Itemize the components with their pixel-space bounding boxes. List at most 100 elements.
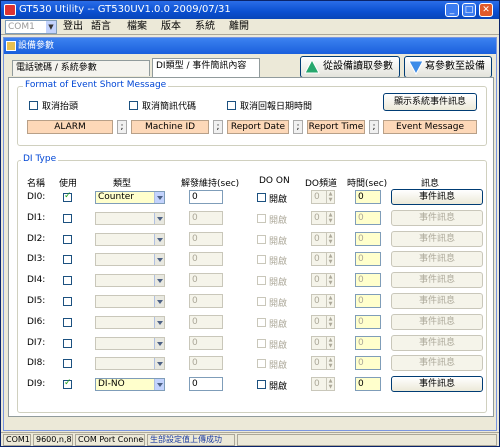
di-type-select[interactable] bbox=[95, 357, 165, 370]
di-hold-input[interactable]: 0 bbox=[189, 273, 223, 287]
do-on-checkbox[interactable] bbox=[257, 255, 266, 264]
event-message-button[interactable]: 事件訊息 bbox=[391, 355, 483, 371]
do-channel-spinner[interactable]: 0 ▲ ▼ bbox=[311, 190, 335, 204]
di-time-input[interactable]: 0 bbox=[355, 356, 381, 370]
di-type-select[interactable] bbox=[95, 212, 165, 225]
chevron-down-icon[interactable] bbox=[154, 317, 164, 328]
minimize-button[interactable]: _ bbox=[445, 3, 459, 17]
di-time-input[interactable]: 0 bbox=[355, 273, 381, 287]
maximize-button[interactable]: □ bbox=[462, 3, 476, 17]
cancel-report-datetime-checkbox[interactable] bbox=[227, 101, 236, 110]
chevron-down-icon[interactable] bbox=[154, 379, 164, 390]
do-channel-spinner[interactable]: 0 ▲ ▼ bbox=[311, 252, 335, 266]
show-system-event-button[interactable]: 顯示系統事件訊息 bbox=[383, 93, 477, 111]
di-type-select[interactable] bbox=[95, 233, 165, 246]
event-message-button[interactable]: 事件訊息 bbox=[391, 210, 483, 226]
spin-arrows-icon[interactable]: ▲ ▼ bbox=[326, 378, 334, 390]
di-time-input[interactable]: 0 bbox=[355, 232, 381, 246]
spin-arrows-icon[interactable]: ▲ ▼ bbox=[326, 337, 334, 349]
chevron-down-icon[interactable] bbox=[154, 234, 164, 245]
di-hold-input[interactable]: 0 bbox=[189, 252, 223, 266]
cancel-header-checkbox[interactable] bbox=[29, 101, 38, 110]
chevron-down-icon[interactable] bbox=[154, 213, 164, 224]
chevron-down-icon[interactable] bbox=[154, 254, 164, 265]
do-on-checkbox[interactable] bbox=[257, 359, 266, 368]
menu-file[interactable]: 檔案 bbox=[127, 20, 147, 34]
di-type-select[interactable] bbox=[95, 337, 165, 350]
di-type-select[interactable]: Counter bbox=[95, 191, 165, 204]
di-use-checkbox[interactable] bbox=[63, 214, 72, 223]
menu-exit[interactable]: 離開 bbox=[229, 20, 249, 34]
di-hold-input[interactable]: 0 bbox=[189, 315, 223, 329]
event-message-button[interactable]: 事件訊息 bbox=[391, 189, 483, 205]
event-message-button[interactable]: 事件訊息 bbox=[391, 272, 483, 288]
do-on-checkbox[interactable] bbox=[257, 276, 266, 285]
di-use-checkbox[interactable] bbox=[63, 255, 72, 264]
do-on-checkbox[interactable] bbox=[257, 297, 266, 306]
do-channel-spinner[interactable]: 0 ▲ ▼ bbox=[311, 315, 335, 329]
do-on-checkbox[interactable] bbox=[257, 193, 266, 202]
spin-arrows-icon[interactable]: ▲ ▼ bbox=[326, 316, 334, 328]
event-message-button[interactable]: 事件訊息 bbox=[391, 231, 483, 247]
cancel-sms-code-checkbox[interactable] bbox=[129, 101, 138, 110]
do-channel-spinner[interactable]: 0 ▲ ▼ bbox=[311, 356, 335, 370]
di-time-input[interactable]: 0 bbox=[355, 315, 381, 329]
com-port-combo[interactable]: COM1 ▼ bbox=[5, 20, 57, 34]
spin-arrows-icon[interactable]: ▲ ▼ bbox=[326, 274, 334, 286]
di-hold-input[interactable]: 0 bbox=[189, 336, 223, 350]
spin-arrows-icon[interactable]: ▲ ▼ bbox=[326, 233, 334, 245]
di-time-input[interactable]: 0 bbox=[355, 190, 381, 204]
menu-system[interactable]: 系統 bbox=[195, 20, 215, 34]
menu-language[interactable]: 語言 bbox=[91, 20, 111, 34]
di-type-select[interactable]: DI-NO bbox=[95, 378, 165, 391]
chevron-down-icon[interactable] bbox=[154, 338, 164, 349]
di-use-checkbox[interactable] bbox=[63, 378, 72, 389]
write-to-device-button[interactable]: 寫參數至設備 bbox=[404, 56, 492, 78]
di-time-input[interactable]: 0 bbox=[355, 336, 381, 350]
chevron-down-icon[interactable] bbox=[154, 358, 164, 369]
di-type-select[interactable] bbox=[95, 316, 165, 329]
di-time-input[interactable]: 0 bbox=[355, 294, 381, 308]
di-use-checkbox[interactable] bbox=[63, 235, 72, 244]
tab-di-event[interactable]: DI類型 / 事件簡訊內容 bbox=[152, 58, 260, 77]
di-use-checkbox[interactable] bbox=[63, 276, 72, 285]
do-on-checkbox[interactable] bbox=[257, 318, 266, 327]
do-on-checkbox[interactable] bbox=[257, 235, 266, 244]
di-use-checkbox[interactable] bbox=[63, 191, 72, 202]
close-button[interactable]: ✕ bbox=[479, 3, 493, 17]
chevron-down-icon[interactable] bbox=[154, 275, 164, 286]
di-type-select[interactable] bbox=[95, 253, 165, 266]
event-message-button[interactable]: 事件訊息 bbox=[391, 376, 483, 392]
do-on-checkbox[interactable] bbox=[257, 214, 266, 223]
do-channel-spinner[interactable]: 0 ▲ ▼ bbox=[311, 211, 335, 225]
di-hold-input[interactable]: 0 bbox=[189, 211, 223, 225]
di-hold-input[interactable]: 0 bbox=[189, 232, 223, 246]
spin-arrows-icon[interactable]: ▲ ▼ bbox=[326, 253, 334, 265]
do-on-checkbox[interactable] bbox=[257, 380, 266, 389]
do-channel-spinner[interactable]: 0 ▲ ▼ bbox=[311, 273, 335, 287]
di-type-select[interactable] bbox=[95, 274, 165, 287]
menu-logout[interactable]: 登出 bbox=[63, 20, 83, 34]
di-use-checkbox[interactable] bbox=[63, 339, 72, 348]
event-message-button[interactable]: 事件訊息 bbox=[391, 251, 483, 267]
do-channel-spinner[interactable]: 0 ▲ ▼ bbox=[311, 336, 335, 350]
di-time-input[interactable]: 0 bbox=[355, 252, 381, 266]
spin-arrows-icon[interactable]: ▲ ▼ bbox=[326, 191, 334, 203]
do-channel-spinner[interactable]: 0 ▲ ▼ bbox=[311, 294, 335, 308]
di-use-checkbox[interactable] bbox=[63, 318, 72, 327]
event-message-button[interactable]: 事件訊息 bbox=[391, 314, 483, 330]
read-from-device-button[interactable]: 從設備讀取參數 bbox=[300, 56, 400, 78]
spin-arrows-icon[interactable]: ▲ ▼ bbox=[326, 295, 334, 307]
tab-phone-system[interactable]: 電話號碼 / 系統參數 bbox=[12, 60, 150, 76]
event-message-button[interactable]: 事件訊息 bbox=[391, 293, 483, 309]
do-channel-spinner[interactable]: 0 ▲ ▼ bbox=[311, 377, 335, 391]
event-message-button[interactable]: 事件訊息 bbox=[391, 335, 483, 351]
chevron-down-icon[interactable] bbox=[154, 296, 164, 307]
menu-version[interactable]: 版本 bbox=[161, 20, 181, 34]
di-hold-input[interactable]: 0 bbox=[189, 294, 223, 308]
di-use-checkbox[interactable] bbox=[63, 297, 72, 306]
spin-arrows-icon[interactable]: ▲ ▼ bbox=[326, 212, 334, 224]
di-type-select[interactable] bbox=[95, 295, 165, 308]
di-time-input[interactable]: 0 bbox=[355, 211, 381, 225]
chevron-down-icon[interactable] bbox=[154, 192, 164, 203]
